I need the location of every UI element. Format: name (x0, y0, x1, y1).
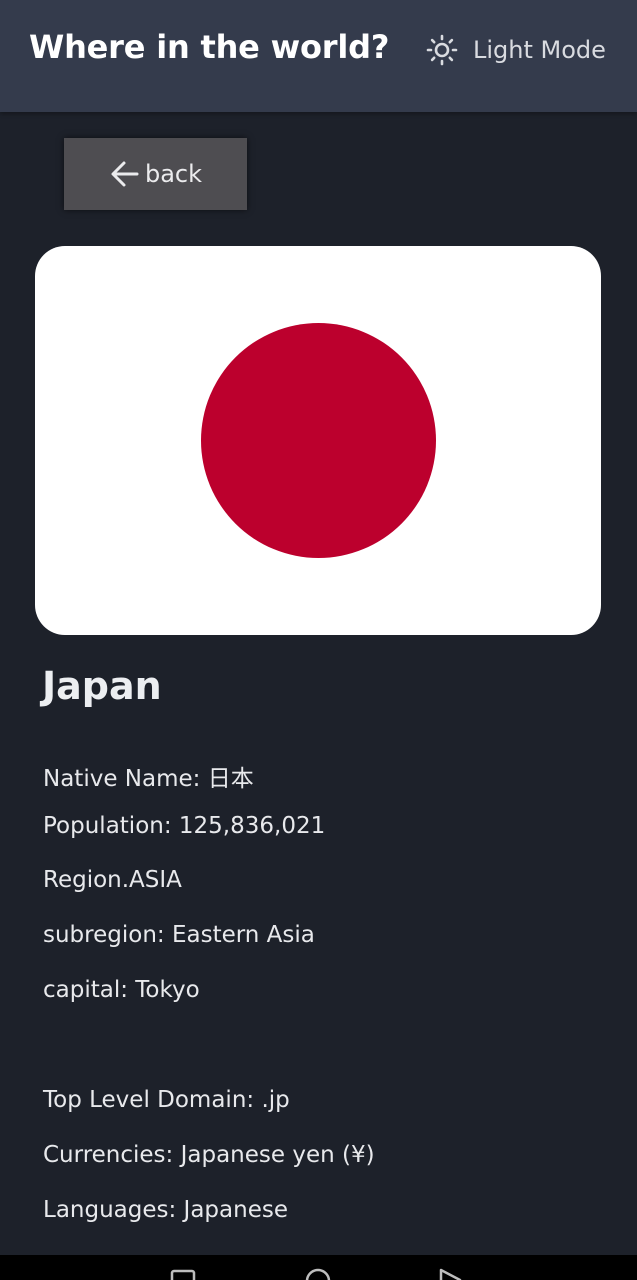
home-icon[interactable] (304, 1267, 332, 1280)
back-icon[interactable] (438, 1267, 464, 1280)
flag-red-circle (201, 323, 436, 558)
back-button[interactable]: back (64, 138, 247, 210)
system-navigation-bar (0, 1255, 637, 1280)
app-header: Where in the world? Light Mode (0, 0, 637, 112)
sun-icon (426, 34, 458, 66)
subregion-text: subregion: Eastern Asia (43, 922, 315, 948)
theme-toggle-button[interactable]: Light Mode (426, 32, 606, 68)
recents-icon[interactable] (170, 1267, 196, 1280)
region-text: Region.ASIA (43, 867, 182, 893)
app-title: Where in the world? (29, 28, 390, 66)
languages-text: Languages: Japanese (43, 1197, 288, 1223)
country-name: Japan (42, 664, 162, 708)
currencies-text: Currencies: Japanese yen (¥) (43, 1142, 375, 1168)
top-level-domain-text: Top Level Domain: .jp (43, 1087, 290, 1113)
back-button-label: back (144, 160, 203, 188)
native-name-text: Native Name: 日本 (43, 766, 254, 792)
theme-toggle-label: Light Mode (473, 36, 606, 64)
population-text: Population: 125,836,021 (43, 813, 326, 839)
capital-text: capital: Tokyo (43, 977, 200, 1003)
arrow-left-icon (111, 161, 139, 187)
country-flag-image (35, 246, 601, 635)
